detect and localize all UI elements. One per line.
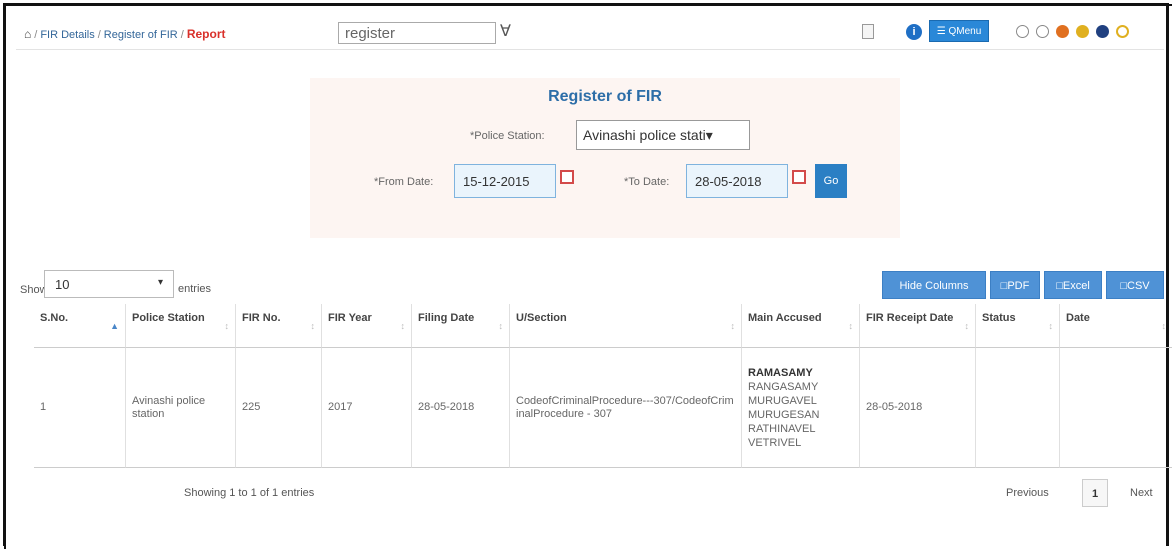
col-header-sno[interactable]: S.No. ▲ — [34, 304, 126, 348]
cell-filing-date: 28-05-2018 — [412, 348, 510, 468]
col-header-date[interactable]: Date ↕ — [1060, 304, 1172, 348]
pdf-button-label: PDF — [1007, 280, 1030, 292]
cell-u-section: CodeofCriminalProcedure---307/CodeofCrim… — [510, 348, 742, 468]
to-date-field[interactable]: 28-05-2018 — [686, 164, 788, 198]
csv-button-label: CSV — [1127, 280, 1150, 292]
cell-fir-receipt-date: 28-05-2018 — [860, 348, 976, 468]
theme-dot-white-icon[interactable] — [1016, 25, 1029, 38]
police-station-select[interactable]: Avinashi police stati▾ — [576, 120, 750, 150]
register-form: Register of FIR *Police Station: Avinash… — [310, 78, 900, 238]
form-title: Register of FIR — [548, 88, 662, 105]
excel-button[interactable]: □Excel — [1044, 271, 1102, 299]
accused-name: RATHINAVEL — [748, 422, 816, 435]
theme-dot-orange-icon[interactable] — [1056, 25, 1069, 38]
sort-icon: ↕ — [224, 321, 230, 331]
col-header-police-station[interactable]: Police Station ↕ — [126, 304, 236, 348]
accused-name: RAMASAMY — [748, 366, 813, 379]
theme-dot-navy-icon[interactable] — [1096, 25, 1109, 38]
previous-button[interactable]: Previous — [1006, 487, 1049, 499]
col-header-main-accused[interactable]: Main Accused ↕ — [742, 304, 860, 348]
page-length-value: 10 — [55, 277, 70, 292]
theme-dot-outline-icon[interactable] — [1036, 25, 1049, 38]
theme-dot-gold-icon[interactable] — [1116, 25, 1129, 38]
go-button[interactable]: Go — [815, 164, 847, 198]
accused-name: VETRIVEL — [748, 436, 802, 449]
accused-name: RANGASAMY — [748, 380, 819, 393]
col-header-fir-year[interactable]: FIR Year ↕ — [322, 304, 412, 348]
from-date-label: *From Date: — [374, 176, 434, 188]
cell-fir-no: 225 — [236, 348, 322, 468]
police-station-label: *Police Station: — [470, 130, 545, 142]
table-info: Showing 1 to 1 of 1 entries — [184, 487, 315, 499]
csv-button[interactable]: □CSV — [1106, 271, 1164, 299]
from-date-field[interactable]: 15-12-2015 — [454, 164, 556, 198]
pdf-button[interactable]: □PDF — [990, 271, 1040, 299]
cell-date — [1060, 348, 1172, 468]
search-input[interactable] — [338, 22, 496, 44]
sort-icon: ↕ — [400, 321, 406, 331]
excel-icon: □ — [1056, 280, 1063, 292]
excel-button-label: Excel — [1062, 280, 1090, 292]
hide-columns-button[interactable]: Hide Columns — [882, 271, 986, 299]
chevron-down-icon: ▾ — [157, 277, 163, 288]
breadcrumb: ⌂ / FIR Details / Register of FIR / Report — [24, 27, 226, 41]
cell-police-station: Avinashi police station — [126, 348, 236, 468]
top-bar: ⌂/FIR Details/Register of FIR/Report ∀ i… — [16, 16, 1164, 50]
info-icon[interactable]: i — [906, 24, 922, 40]
sort-icon: ↕ — [730, 321, 736, 331]
sort-icon: ↕ — [1048, 321, 1054, 331]
col-header-fir-no[interactable]: FIR No. ↕ — [236, 304, 322, 348]
cell-fir-year: 2017 — [322, 348, 412, 468]
qmenu-button[interactable]: ☰ QMenu — [929, 20, 989, 42]
to-date-label: *To Date: — [624, 176, 670, 188]
filter-icon[interactable]: ∀ — [500, 21, 511, 41]
sort-icon: ↕ — [1161, 321, 1167, 331]
sort-icon: ↕ — [498, 321, 504, 331]
sort-icon: ↕ — [310, 321, 316, 331]
sort-icon: ↕ — [964, 321, 970, 331]
from-date-calendar-icon[interactable] — [560, 170, 574, 184]
sort-asc-icon: ▲ — [110, 321, 119, 331]
accused-name: MURUGESAN — [748, 408, 820, 421]
col-header-u-section[interactable]: U/Section ↕ — [510, 304, 742, 348]
sort-icon: ↕ — [848, 321, 854, 331]
cell-main-accused: RAMASAMY RANGASAMY MURUGAVEL MURUGESAN R… — [742, 348, 860, 468]
accused-name: MURUGAVEL — [748, 394, 817, 407]
page-length-select[interactable]: 10 ▾ — [44, 270, 174, 298]
entries-label: entries — [178, 283, 212, 295]
breadcrumb-register-of-fir[interactable]: Register of FIR — [104, 29, 178, 41]
cell-sno: 1 — [34, 348, 126, 468]
page-1-button[interactable]: 1 — [1082, 479, 1108, 507]
col-header-status[interactable]: Status ↕ — [976, 304, 1060, 348]
next-button[interactable]: Next — [1130, 487, 1153, 499]
breadcrumb-fir-details[interactable]: FIR Details — [40, 29, 94, 41]
col-header-filing-date[interactable]: Filing Date ↕ — [412, 304, 510, 348]
col-header-fir-receipt-date[interactable]: FIR Receipt Date ↕ — [860, 304, 976, 348]
home-icon[interactable]: ⌂ — [24, 27, 31, 41]
theme-dot-yellow-icon[interactable] — [1076, 25, 1089, 38]
breadcrumb-current: Report — [186, 27, 226, 41]
to-date-calendar-icon[interactable] — [792, 170, 806, 184]
document-icon[interactable] — [862, 24, 874, 39]
cell-status — [976, 348, 1060, 468]
